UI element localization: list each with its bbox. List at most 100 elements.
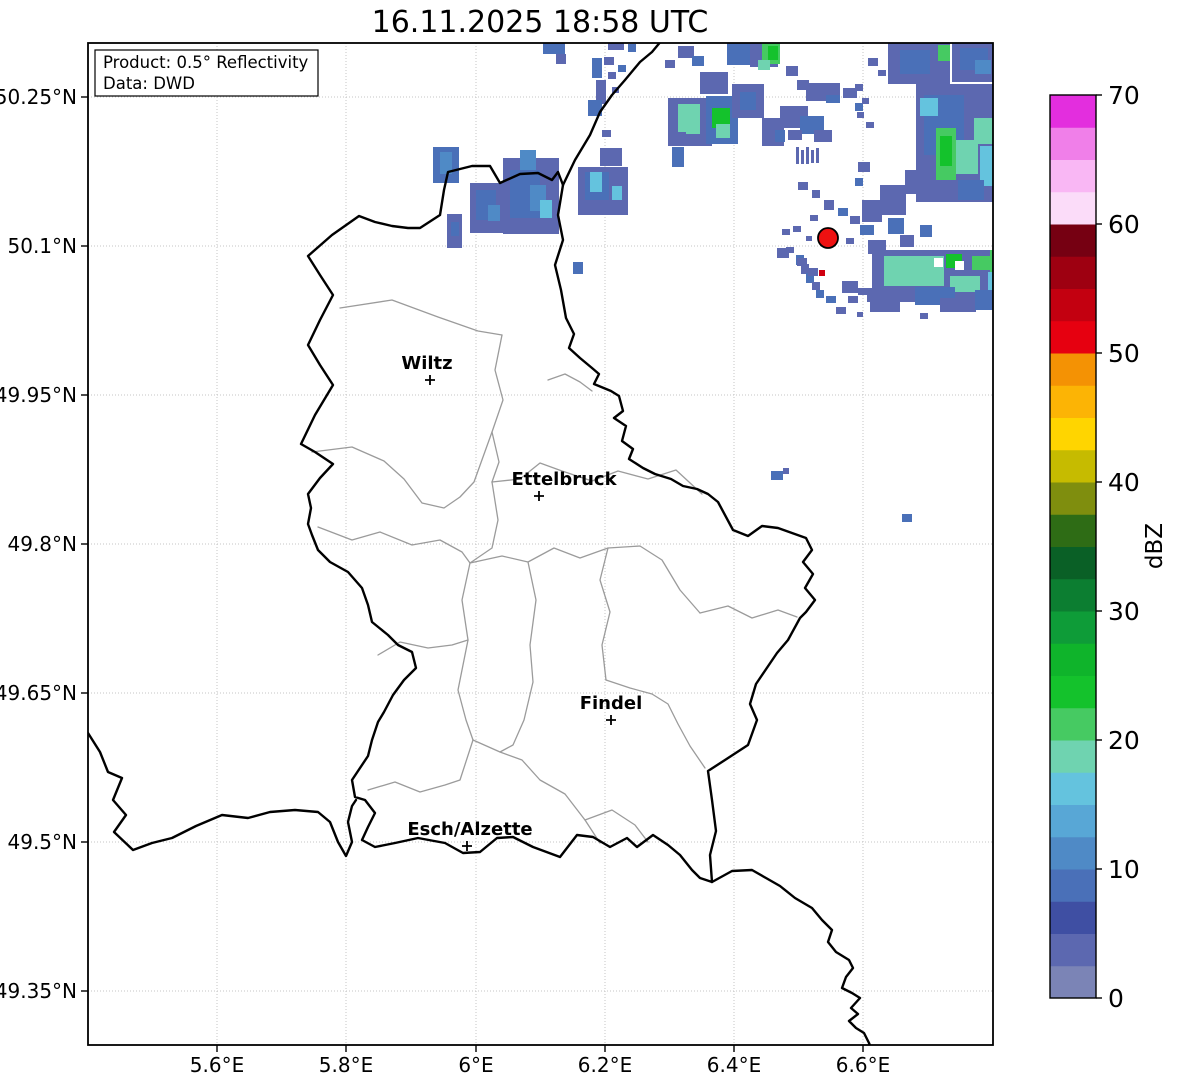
radar-echo-cell xyxy=(850,216,860,224)
colorbar-segment xyxy=(1050,127,1096,160)
y-tick-label: 49.65°N xyxy=(0,681,77,705)
colorbar-segment xyxy=(1050,256,1096,289)
y-tick-label: 49.95°N xyxy=(0,383,77,407)
radar-echo-cell xyxy=(678,104,700,134)
radar-echo-cell xyxy=(855,103,863,111)
product-info-line2: Data: DWD xyxy=(103,74,195,93)
district-border-path xyxy=(699,605,798,619)
y-tick-label: 49.35°N xyxy=(0,979,77,1003)
colorbar-segment xyxy=(1050,191,1096,225)
radar-echo-cell xyxy=(678,46,694,58)
y-tick-label: 50.1°N xyxy=(8,234,78,258)
radar-echo-cell xyxy=(819,270,825,276)
radar-echo-cell xyxy=(848,296,858,303)
colorbar-tick-label: 40 xyxy=(1108,468,1140,497)
district-border-path xyxy=(457,562,474,741)
radar-echo-cell xyxy=(878,70,886,76)
radar-site-layer xyxy=(817,227,839,249)
x-tick-label: 6.4°E xyxy=(707,1053,761,1077)
country-border-path xyxy=(710,868,872,1045)
colorbar-tick-label: 70 xyxy=(1108,81,1140,110)
radar-echo-cell xyxy=(608,43,624,50)
radar-echo-cell xyxy=(940,136,952,166)
colorbar-segment xyxy=(1050,353,1096,386)
radar-echo-cell xyxy=(665,60,675,68)
radar-echo-cell xyxy=(857,112,864,118)
x-tick-label: 5.6°E xyxy=(190,1053,244,1077)
x-tick-label: 6.2°E xyxy=(578,1053,632,1077)
colorbar-segment xyxy=(1050,611,1096,644)
radar-echo-cell xyxy=(857,312,863,317)
radar-echo-cell xyxy=(451,222,459,236)
district-border-path xyxy=(317,526,471,564)
weather-radar-page: Wiltz Ettelbruck Findel Esch/Alzette 5.6°E 5… xyxy=(0,0,1184,1081)
radar-echo-cell xyxy=(905,170,919,194)
district-border-path xyxy=(547,373,593,392)
luxembourg-border-path xyxy=(299,164,817,884)
radar-echo-layer xyxy=(433,43,993,522)
radar-echo-cell xyxy=(775,130,785,142)
radar-echo-cell xyxy=(806,236,812,241)
radar-echo-cell xyxy=(824,200,834,210)
colorbar-tick-label: 20 xyxy=(1108,726,1140,755)
radar-echo-cell xyxy=(920,313,928,319)
radar-echo-cell xyxy=(628,44,636,52)
radar-echo-cell xyxy=(668,132,686,146)
radar-echo-cell xyxy=(940,298,976,312)
radar-echo-cell xyxy=(812,190,820,198)
colorbar-segment xyxy=(1050,933,1096,967)
colorbar-segment xyxy=(1050,707,1096,741)
radar-echo-cell xyxy=(786,66,798,76)
colorbar-segment xyxy=(1050,804,1096,838)
district-border-path xyxy=(469,545,701,614)
radar-echo-cell xyxy=(692,56,704,66)
city-label: Esch/Alzette xyxy=(407,819,532,840)
radar-echo-cell xyxy=(988,272,993,290)
colorbar-tick-label: 50 xyxy=(1108,339,1140,368)
radar-echo-cell xyxy=(797,258,807,266)
radar-echo-cell xyxy=(934,258,943,267)
radar-echo-cell xyxy=(783,468,789,474)
radar-echo-cell xyxy=(867,288,891,302)
radar-echo-cell xyxy=(540,200,552,218)
colorbar-segment xyxy=(1050,449,1096,483)
radar-echo-cell xyxy=(855,84,863,91)
radar-echo-cell xyxy=(808,268,818,276)
colorbar-segment xyxy=(1050,578,1096,612)
product-info-line1: Product: 0.5° Reflectivity xyxy=(103,53,309,72)
radar-echo-cell xyxy=(801,150,804,164)
x-tick-label: 5.8°E xyxy=(319,1053,373,1077)
city-plus-marker xyxy=(534,491,544,501)
radar-echo-cell xyxy=(858,288,868,295)
colorbar-segment xyxy=(1050,224,1096,257)
radar-echo-cell xyxy=(672,147,684,167)
district-border-path xyxy=(339,299,503,336)
x-tick-label: 6.6°E xyxy=(836,1053,890,1077)
city-plus-marker xyxy=(606,715,616,725)
radar-echo-cell xyxy=(888,218,904,234)
colorbar-segment xyxy=(1050,675,1096,709)
colorbar-tick-label: 30 xyxy=(1108,597,1140,626)
radar-map-figure: WiltzEttelbruckFindelEsch/Alzette 5.6°E 5… xyxy=(0,5,1168,1077)
colorbar-segment xyxy=(1050,869,1096,902)
colorbar-segment xyxy=(1050,901,1096,934)
radar-echo-cell xyxy=(866,122,874,128)
city-label: Ettelbruck xyxy=(511,469,617,490)
radar-echo-cell xyxy=(602,130,611,137)
radar-echo-cell xyxy=(590,172,602,192)
radar-echo-cell xyxy=(488,205,500,221)
radar-echo-cell xyxy=(768,46,778,60)
radar-echo-cell xyxy=(862,200,882,222)
radar-echo-cell xyxy=(860,225,874,235)
radar-echo-cell xyxy=(740,92,756,110)
district-border-path xyxy=(491,334,504,483)
colorbar: 0 10 20 30 40 50 60 70 xyxy=(1050,81,1140,1013)
radar-echo-cell xyxy=(838,208,848,216)
radar-echo-cell xyxy=(758,60,770,70)
radar-echo-cell xyxy=(955,261,964,270)
colorbar-segment xyxy=(1050,546,1096,580)
radar-echo-cell xyxy=(604,57,614,65)
y-tick-label: 49.5°N xyxy=(8,830,78,854)
colorbar-segment xyxy=(1050,740,1096,773)
radar-echo-cell xyxy=(812,282,820,290)
